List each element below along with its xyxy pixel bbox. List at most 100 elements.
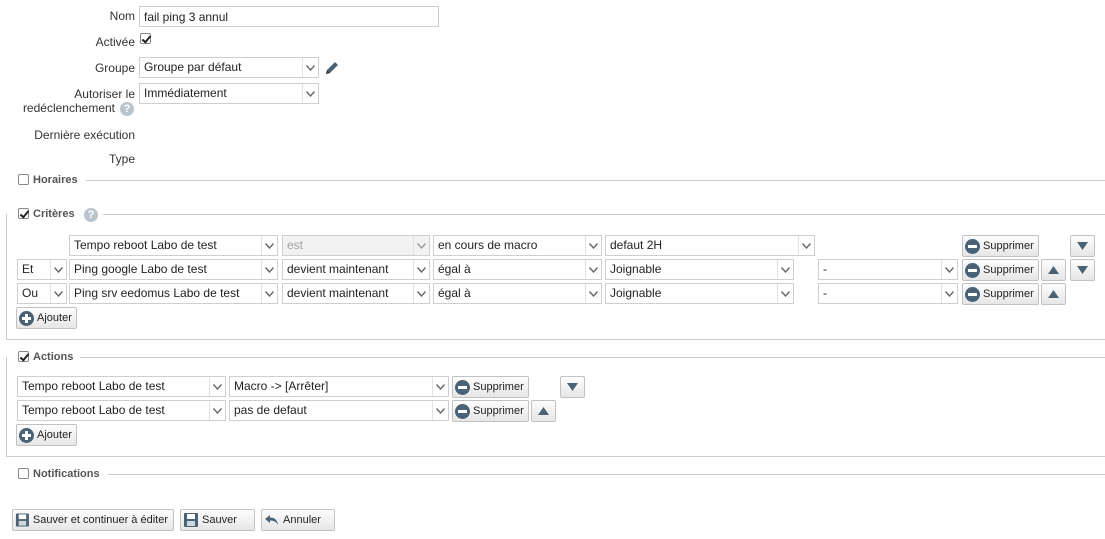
critere-3-move-up-button[interactable] — [1041, 283, 1066, 305]
actions-left-border — [6, 357, 7, 457]
critere-3-delete-button[interactable]: Supprimer — [962, 283, 1039, 305]
chevron-down-icon — [261, 236, 277, 255]
action-2-move-up-button[interactable] — [531, 400, 556, 422]
nom-input[interactable] — [139, 6, 439, 27]
delete-label: Supprimer — [983, 264, 1034, 276]
chevron-down-icon — [261, 260, 277, 279]
cancel-button[interactable]: Annuler — [261, 509, 335, 531]
action-1-delete-button[interactable]: Supprimer — [452, 376, 529, 398]
critere-2-compare-select[interactable]: égal à — [433, 259, 602, 280]
critere-2-operator-select[interactable]: devient maintenant — [282, 259, 430, 280]
critere-1-move-down-button[interactable] — [1070, 235, 1095, 257]
groupe-label: Groupe — [94, 61, 135, 75]
action-1-action-select[interactable]: Macro -> [Arrêter] — [229, 376, 449, 397]
chevron-down-icon — [941, 284, 957, 303]
autoriser-select[interactable]: Immédiatement — [139, 83, 319, 104]
chevron-down-icon — [432, 401, 448, 420]
delete-label: Supprimer — [473, 405, 524, 417]
save-button[interactable]: Sauver — [180, 509, 255, 531]
arrow-up-icon — [538, 407, 549, 415]
critere-1-device-value: Tempo reboot Labo de test — [74, 238, 217, 252]
critere-3-extra-select[interactable]: - — [818, 283, 958, 304]
critere-3-compare-select[interactable]: égal à — [433, 283, 602, 304]
critere-1-compare-select[interactable]: en cours de macro — [433, 235, 602, 256]
critere-1-value-select[interactable]: defaut 2H — [605, 235, 815, 256]
minus-circle-icon — [965, 286, 980, 302]
criteres-left-border — [6, 214, 7, 340]
critere-3-operator-select[interactable]: devient maintenant — [282, 283, 430, 304]
nom-label: Nom — [109, 9, 135, 23]
help-icon[interactable]: ? — [120, 102, 134, 116]
action-1-move-down-button[interactable] — [560, 376, 585, 398]
critere-1-delete-button[interactable]: Supprimer — [962, 235, 1039, 257]
minus-circle-icon — [455, 379, 470, 395]
criteres-checkbox[interactable] — [18, 208, 29, 219]
action-2-device-select[interactable]: Tempo reboot Labo de test — [17, 400, 226, 421]
critere-2-device-value: Ping google Labo de test — [74, 262, 207, 276]
critere-3-device-select[interactable]: Ping srv eedomus Labo de test — [69, 283, 278, 304]
criteres-bottom-border — [6, 339, 1105, 340]
chevron-down-icon — [413, 236, 429, 255]
activee-checkbox[interactable] — [140, 33, 151, 44]
critere-2-conjunction-value: Et — [22, 262, 34, 276]
critere-2-device-select[interactable]: Ping google Labo de test — [69, 259, 278, 280]
autoriser-label-line2: redéclenchement — [22, 101, 115, 115]
critere-2-move-down-button[interactable] — [1070, 259, 1095, 281]
horaires-checkbox[interactable] — [18, 174, 29, 185]
critere-1-value-value: defaut 2H — [610, 238, 663, 252]
minus-circle-icon — [455, 403, 470, 419]
plus-circle-icon — [19, 427, 34, 443]
critere-2-compare-value: égal à — [438, 262, 471, 276]
critere-3-conjunction-value: Ou — [22, 286, 39, 300]
critere-2-conjunction-select[interactable]: Et — [17, 259, 67, 280]
actions-checkbox[interactable] — [18, 351, 29, 362]
chevron-down-icon — [50, 284, 66, 303]
critere-2-delete-button[interactable]: Supprimer — [962, 259, 1039, 281]
critere-3-value-select[interactable]: Joignable — [605, 283, 794, 304]
floppy-disk-icon — [184, 513, 198, 527]
critere-1-device-select[interactable]: Tempo reboot Labo de test — [69, 235, 278, 256]
action-2-device-value: Tempo reboot Labo de test — [22, 403, 165, 417]
horaires-legend: Horaires — [33, 174, 78, 186]
chevron-down-icon — [302, 58, 318, 77]
pencil-icon[interactable] — [323, 59, 341, 77]
save-continue-button[interactable]: Sauver et continuer à éditer — [12, 509, 174, 531]
add-label: Ajouter — [37, 429, 72, 441]
save-continue-label: Sauver et continuer à éditer — [32, 514, 168, 526]
delete-label: Supprimer — [983, 240, 1034, 252]
chevron-down-icon — [798, 236, 814, 255]
critere-2-extra-select[interactable]: - — [818, 259, 958, 280]
action-1-device-value: Tempo reboot Labo de test — [22, 379, 165, 393]
derniere-execution-label: Dernière exécution — [34, 128, 135, 142]
critere-3-operator-value: devient maintenant — [287, 286, 389, 300]
actions-add-button[interactable]: Ajouter — [16, 424, 77, 446]
minus-circle-icon — [965, 262, 980, 278]
actions-legend: Actions — [33, 351, 74, 363]
critere-2-move-up-button[interactable] — [1041, 259, 1066, 281]
activee-label: Activée — [95, 35, 135, 49]
groupe-select[interactable]: Groupe par défaut — [139, 57, 319, 78]
chevron-down-icon — [432, 377, 448, 396]
action-1-device-select[interactable]: Tempo reboot Labo de test — [17, 376, 226, 397]
critere-3-device-value: Ping srv eedomus Labo de test — [74, 286, 240, 300]
actions-top-border — [80, 357, 1105, 358]
autoriser-label-line1: Autoriser le — [74, 87, 135, 101]
critere-1-operator-value: est — [287, 238, 304, 252]
chevron-down-icon — [209, 401, 225, 420]
save-label: Sauver — [202, 514, 237, 526]
actions-bottom-border — [6, 456, 1105, 457]
plus-circle-icon — [19, 310, 34, 326]
help-icon[interactable]: ? — [84, 208, 98, 222]
notifications-checkbox[interactable] — [18, 468, 29, 479]
action-2-action-select[interactable]: pas de defaut — [229, 400, 449, 421]
action-2-delete-button[interactable]: Supprimer — [452, 400, 529, 422]
add-label: Ajouter — [37, 312, 72, 324]
chevron-down-icon — [777, 284, 793, 303]
arrow-down-icon — [1077, 266, 1088, 274]
criteres-add-button[interactable]: Ajouter — [16, 307, 77, 329]
critere-3-conjunction-select[interactable]: Ou — [17, 283, 67, 304]
critere-2-value-select[interactable]: Joignable — [605, 259, 794, 280]
chevron-down-icon — [209, 377, 225, 396]
delete-label: Supprimer — [983, 288, 1034, 300]
delete-label: Supprimer — [473, 381, 524, 393]
